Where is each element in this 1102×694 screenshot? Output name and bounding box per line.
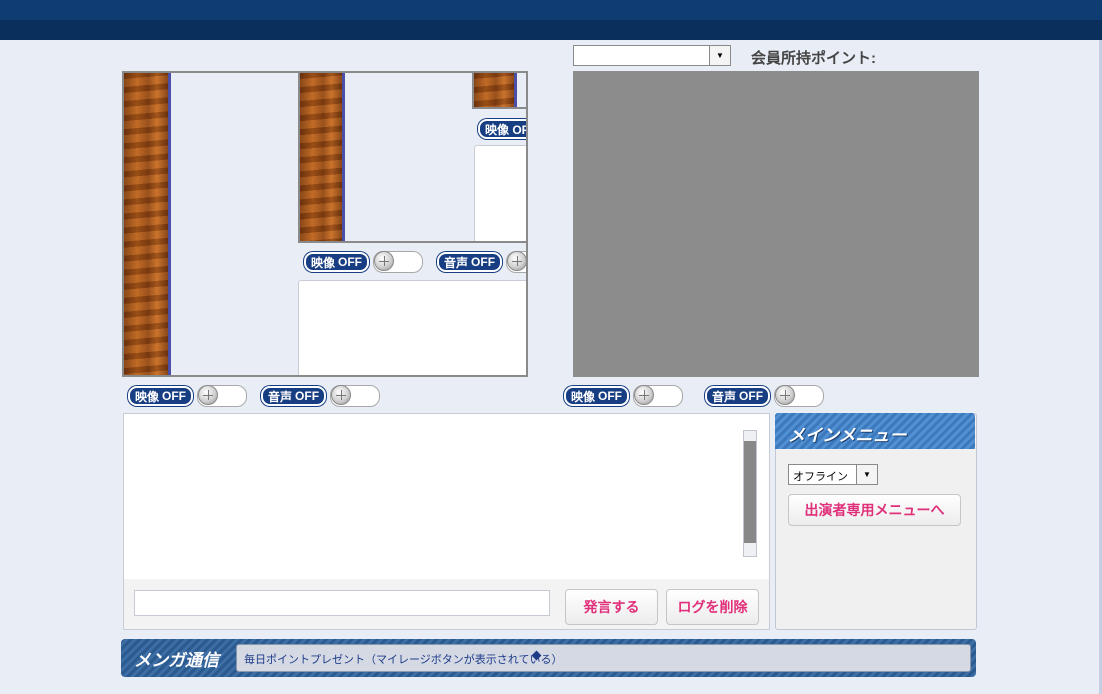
nested-video-panel-inner [472, 73, 526, 109]
inner-video-edge [514, 73, 517, 107]
audio-toggle-switch[interactable] [330, 385, 381, 407]
status-select[interactable]: オフライン ▼ [788, 464, 878, 485]
audio-off-badge[interactable]: 音声 OFF [437, 252, 503, 272]
video-toggle-switch[interactable] [373, 251, 424, 273]
performer-video-area [573, 71, 979, 377]
member-points-label: 会員所持ポイント: [751, 50, 876, 67]
inner-video-controls: 映像 OF [478, 119, 526, 139]
top-header-band [0, 20, 1102, 40]
audio-toggle-switch[interactable] [506, 251, 526, 273]
toggle-knob [507, 251, 526, 271]
nested-video-controls: 映像 OFF 音声 OFF [304, 251, 526, 273]
left-video-controls: 映像 OFF 音声 OFF [128, 385, 381, 407]
points-select[interactable]: ▼ [573, 45, 731, 66]
toggle-knob [634, 385, 655, 405]
toggle-knob [198, 385, 219, 405]
inner-chat-panel [474, 145, 526, 241]
nested-video-texture [300, 73, 342, 241]
video-toggle-switch[interactable] [633, 385, 684, 407]
chat-scrollbar-thumb[interactable] [744, 441, 756, 543]
news-ticker-text[interactable]: 毎日ポイントプレゼント（マイレージボタンが表示されている） [244, 651, 562, 667]
nested-video-edge [342, 73, 345, 241]
main-menu-title: メインメニュー [788, 426, 907, 445]
toggle-knob [374, 251, 395, 271]
chat-message-input[interactable] [134, 590, 550, 616]
chevron-down-icon: ▼ [856, 465, 877, 484]
audio-off-badge[interactable]: 音声 OFF [261, 386, 327, 406]
toggle-knob [331, 385, 352, 405]
audio-off-badge[interactable]: 音声 OFF [705, 386, 771, 406]
right-video-controls: 映像 OFF 音声 OFF [564, 385, 825, 407]
nested-video-panel: 映像 OF [298, 73, 526, 243]
nested-chat-panel [298, 280, 526, 375]
video-toggle-switch[interactable] [197, 385, 248, 407]
status-select-value: オフライン [793, 471, 848, 483]
video-off-badge[interactable]: 映像 OF [478, 119, 526, 139]
news-title: メンガ通信 [134, 651, 219, 670]
inner-video-texture [474, 73, 514, 107]
video-off-badge[interactable]: 映像 OFF [564, 386, 630, 406]
chevron-down-icon: ▼ [709, 46, 730, 65]
video-frame-edge [168, 73, 171, 375]
top-header-bar [0, 0, 1102, 40]
video-frame-texture [124, 73, 168, 375]
performer-menu-button[interactable]: 出演者専用メニューへ [788, 494, 961, 526]
clear-log-button[interactable]: ログを削除 [666, 589, 759, 625]
send-message-button[interactable]: 発言する [565, 589, 658, 625]
toggle-knob [775, 385, 796, 405]
video-panel-left: 映像 OF 映像 OFF 音声 OFF [122, 71, 528, 377]
audio-toggle-switch[interactable] [774, 385, 825, 407]
chat-log[interactable] [123, 413, 770, 580]
video-off-badge[interactable]: 映像 OFF [128, 386, 194, 406]
video-off-badge[interactable]: 映像 OFF [304, 252, 370, 272]
